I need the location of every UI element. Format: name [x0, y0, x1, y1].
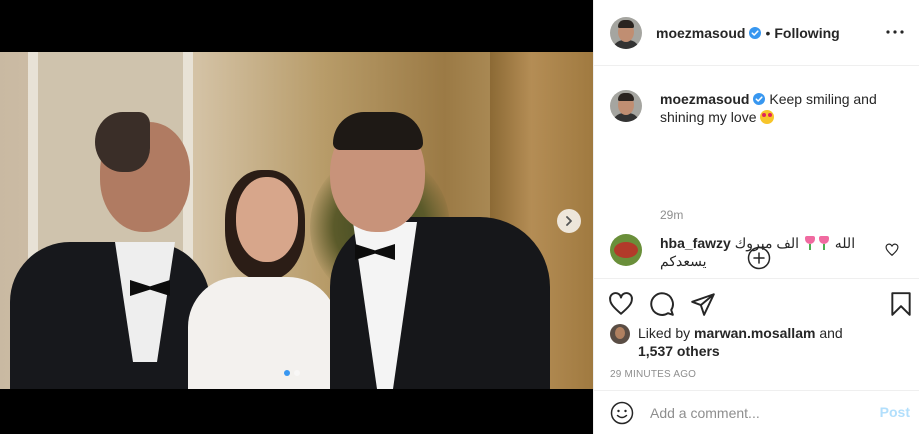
caption-text-block: moezmasoud Keep smiling and shining my l… [660, 90, 900, 126]
caption-time[interactable]: 29m [660, 208, 683, 222]
carousel-dot [294, 370, 300, 376]
tulip-emoji-icon [804, 236, 816, 250]
liker-avatar[interactable] [610, 324, 630, 344]
post-comment-button[interactable]: Post [880, 404, 910, 420]
likes-count[interactable]: 1,537 others [638, 343, 720, 359]
post-header: moezmasoud • Following [594, 0, 919, 66]
post-timestamp[interactable]: 29 MINUTES AGO [610, 369, 696, 380]
comment-text-part1: الف مبروك [734, 235, 799, 251]
carousel-next-button[interactable] [557, 209, 581, 233]
add-comment-bar: Post [594, 390, 919, 434]
emoji-smiley-icon[interactable] [610, 401, 634, 425]
comment-text-part2: الله [834, 235, 856, 251]
commenter-username[interactable]: hba_fawzy [660, 235, 731, 251]
post-media-panel [0, 0, 593, 434]
carousel-indicator [284, 370, 300, 376]
star-struck-emoji-icon [760, 110, 775, 124]
verified-badge-icon [749, 26, 762, 39]
comment-text-part3: يسعدكم [660, 253, 707, 269]
comment-text-block: hba_fawzy الف مبروك الله يسعدكم [660, 234, 870, 270]
caption-author-avatar[interactable] [610, 90, 642, 122]
comment-icon[interactable] [649, 291, 675, 317]
chevron-right-icon [566, 216, 572, 226]
action-bar [594, 278, 919, 327]
author-username[interactable]: moezmasoud [656, 25, 745, 41]
comment-input[interactable] [650, 404, 870, 421]
carousel-dot [284, 370, 290, 376]
author-avatar[interactable] [610, 16, 642, 49]
instagram-post-modal: moezmasoud • Following moezmasoud Keep s… [0, 0, 919, 434]
more-options-button[interactable] [883, 22, 907, 42]
likes-text: Liked by marwan.mosallam and 1,537 other… [638, 324, 843, 360]
more-horizontal-icon [886, 30, 904, 34]
bookmark-icon[interactable] [888, 291, 914, 317]
verified-badge-icon [753, 93, 766, 105]
header-separator: • [765, 24, 771, 41]
post-photo[interactable] [0, 52, 593, 389]
commenter-avatar[interactable] [610, 234, 642, 266]
liker-username[interactable]: marwan.mosallam [694, 325, 815, 341]
likes-conjunction: and [819, 325, 843, 341]
like-comment-heart-icon[interactable] [885, 243, 899, 257]
tulip-emoji-icon [818, 236, 830, 250]
heart-icon[interactable] [608, 291, 634, 317]
comment-item: hba_fawzy الف مبروك الله يسعدكم [610, 234, 870, 270]
likes-prefix: Liked by [638, 325, 691, 341]
following-button[interactable]: Following [774, 25, 839, 41]
post-details-panel: moezmasoud • Following moezmasoud Keep s… [593, 0, 919, 434]
likes-summary: Liked by marwan.mosallam and 1,537 other… [610, 324, 843, 360]
share-icon[interactable] [690, 291, 716, 317]
caption-username[interactable]: moezmasoud [660, 91, 749, 107]
post-caption: moezmasoud Keep smiling and shining my l… [610, 90, 900, 222]
